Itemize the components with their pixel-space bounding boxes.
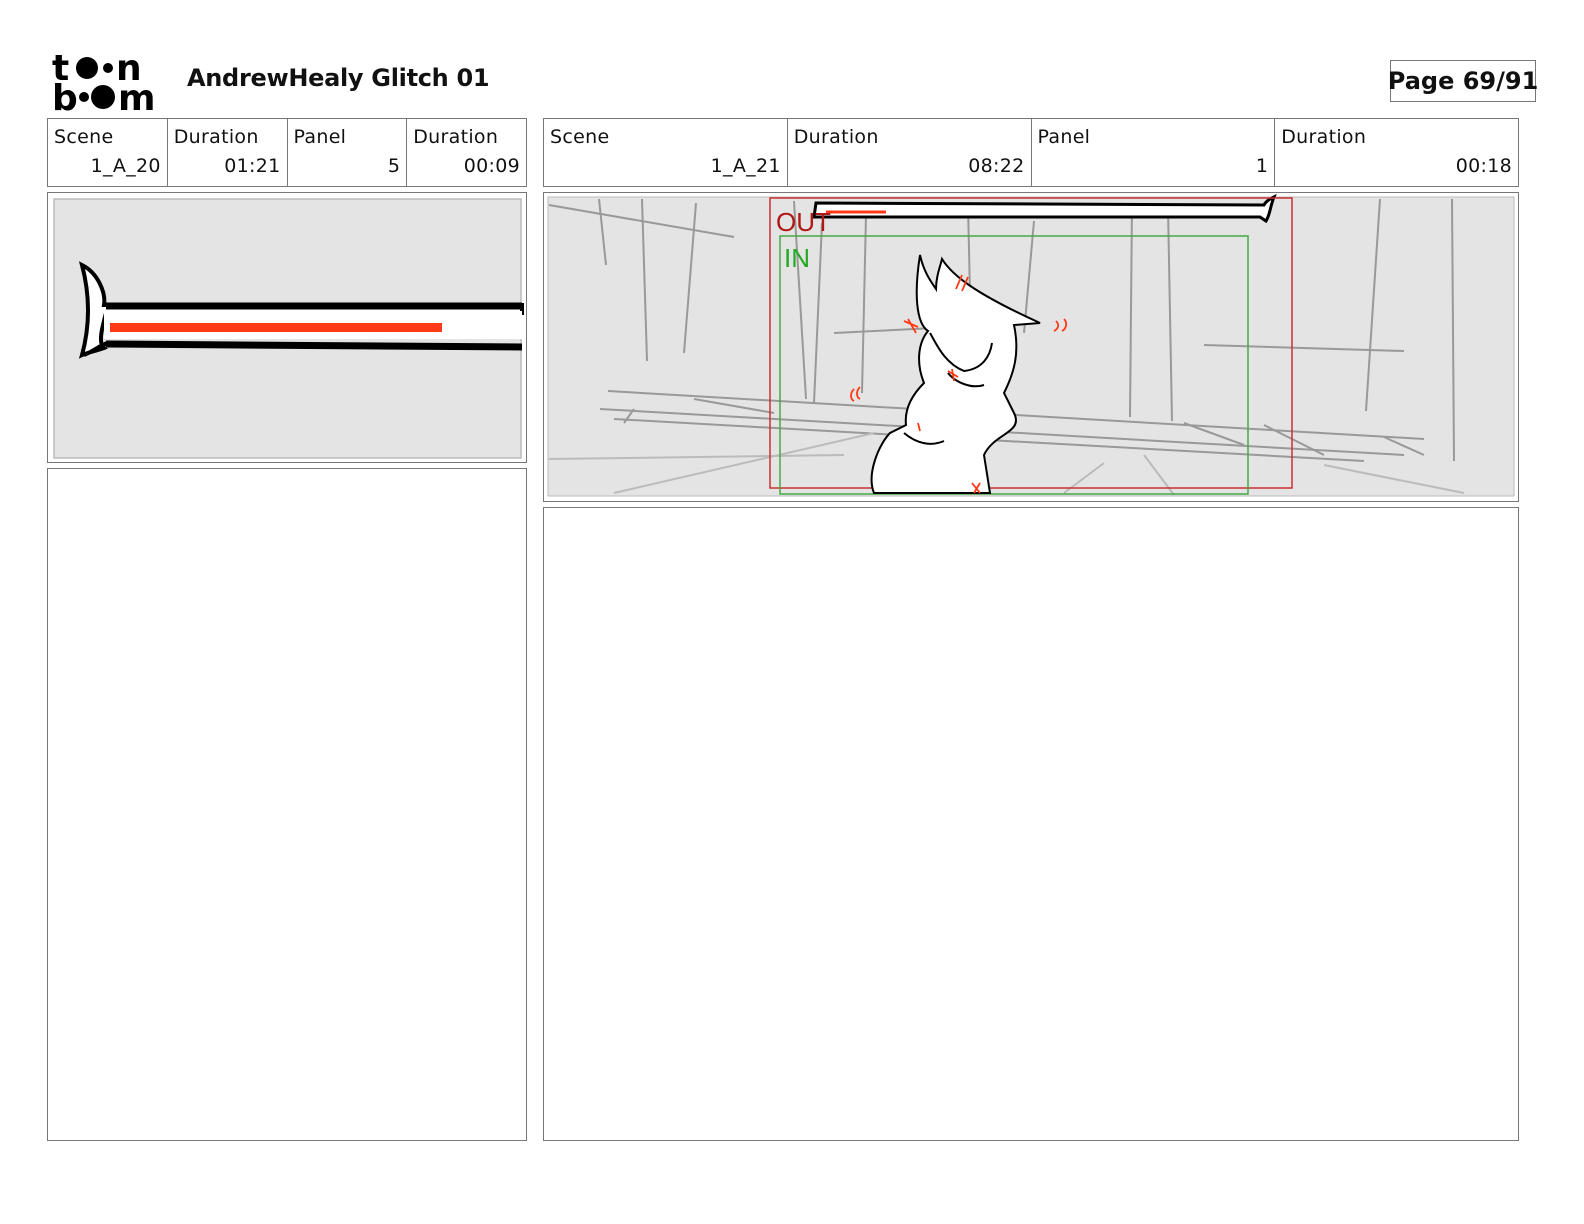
panel-label: Panel	[1037, 126, 1091, 148]
svg-text:b: b	[52, 78, 78, 112]
panel-duration-value: 00:18	[1455, 155, 1512, 177]
left-notes-frame	[47, 468, 527, 1141]
panel-label: Panel	[293, 126, 347, 148]
panel-value: 1	[1255, 155, 1269, 177]
panel-cell: Panel 1	[1032, 119, 1276, 186]
panel-value: 5	[387, 155, 401, 177]
scene-duration-label: Duration	[793, 126, 879, 148]
scene-value: 1_A_20	[90, 155, 161, 177]
scene-label: Scene	[54, 126, 114, 148]
panel-duration-cell: Duration 00:18	[1275, 119, 1518, 186]
scene-duration-cell: Duration 08:22	[788, 119, 1032, 186]
scene-value: 1_A_21	[710, 155, 781, 177]
scene-duration-value: 08:22	[968, 155, 1025, 177]
toon-boom-logo: t n b m	[52, 50, 156, 112]
left-sketch-frame	[47, 192, 527, 463]
document-title: AndrewHealy Glitch 01	[187, 64, 490, 92]
scene-cell: Scene 1_A_21	[544, 119, 788, 186]
panel-duration-label: Duration	[1281, 126, 1367, 148]
panel-duration-value: 00:09	[463, 155, 520, 177]
scene-sketch: OUT IN	[547, 193, 1515, 497]
panel-duration-cell: Duration 00:09	[407, 119, 526, 186]
left-panel-info: Scene 1_A_20 Duration 01:21 Panel 5 Dura…	[47, 118, 527, 187]
scene-cell: Scene 1_A_20	[48, 119, 168, 186]
right-notes-frame	[543, 507, 1519, 1141]
health-bar-sketch	[53, 198, 524, 459]
right-sketch-frame: OUT IN	[543, 192, 1519, 502]
scene-duration-label: Duration	[173, 126, 259, 148]
panel-cell: Panel 5	[288, 119, 408, 186]
scene-label: Scene	[550, 126, 610, 148]
scene-duration-value: 01:21	[224, 155, 281, 177]
right-panel-info: Scene 1_A_21 Duration 08:22 Panel 1 Dura…	[543, 118, 1519, 187]
scene-duration-cell: Duration 01:21	[168, 119, 288, 186]
panel-duration-label: Duration	[413, 126, 499, 148]
out-frame-label: OUT	[776, 207, 831, 237]
page-indicator: Page 69/91	[1388, 60, 1538, 102]
svg-text:m: m	[118, 78, 156, 112]
in-frame-label: IN	[784, 243, 810, 273]
